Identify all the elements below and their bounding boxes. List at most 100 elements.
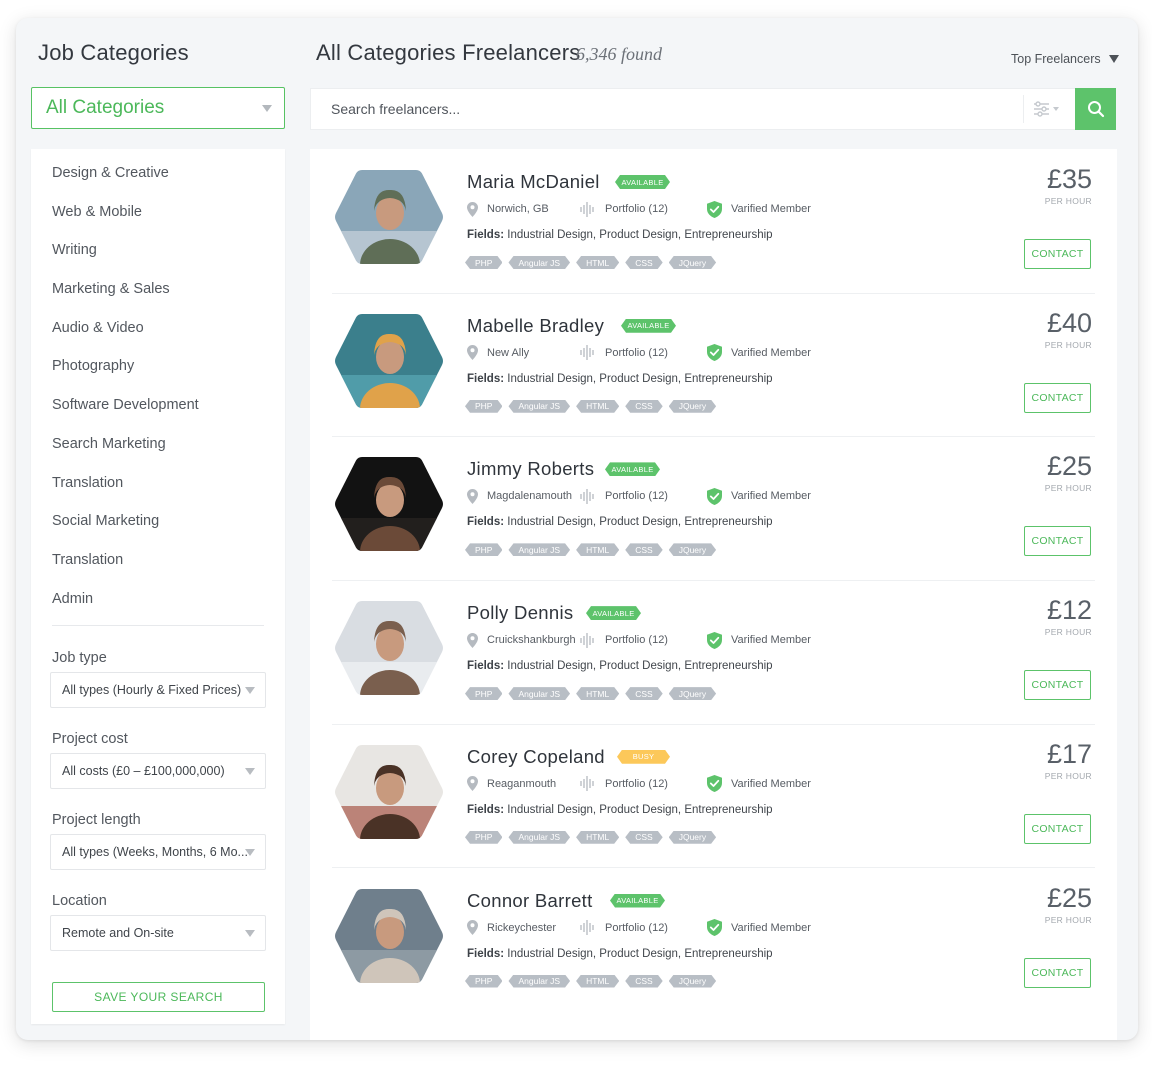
skill-tag[interactable]: Angular JS — [508, 400, 570, 413]
freelancer-card: Corey Copeland BUSY Reaganmouth Portfoli… — [332, 725, 1095, 869]
skill-tag[interactable]: PHP — [465, 543, 502, 556]
skill-tag[interactable]: Angular JS — [508, 543, 570, 556]
skill-tag[interactable]: PHP — [465, 687, 502, 700]
avatar[interactable] — [334, 313, 444, 409]
category-item[interactable]: Admin — [52, 589, 199, 628]
waveform-icon — [580, 776, 594, 792]
skill-tag[interactable]: PHP — [465, 831, 502, 844]
skill-tags: PHP Angular JS HTML CSS JQuery — [465, 543, 722, 556]
portfolio-text: Portfolio (12) — [605, 921, 668, 934]
skill-tag[interactable]: JQuery — [669, 256, 716, 269]
search-icon — [1087, 101, 1104, 118]
hourly-rate: £25 — [1046, 451, 1092, 482]
skill-tag[interactable]: Angular JS — [508, 975, 570, 988]
project-length-value: All types (Weeks, Months, 6 Mo... — [62, 845, 248, 859]
category-item[interactable]: Social Marketing — [52, 511, 199, 550]
category-item[interactable]: Translation — [52, 550, 199, 589]
portfolio-link[interactable]: Portfolio (12) — [580, 776, 668, 792]
location: Magdalenamouth — [467, 488, 572, 504]
portfolio-link[interactable]: Portfolio (12) — [580, 632, 668, 648]
avatar[interactable] — [334, 169, 444, 265]
fields: Fields: Industrial Design, Product Desig… — [467, 229, 773, 241]
skill-tag[interactable]: JQuery — [669, 687, 716, 700]
freelancer-name[interactable]: Jimmy Roberts — [467, 458, 594, 480]
project-cost-label: Project cost — [52, 731, 128, 747]
category-item[interactable]: Design & Creative — [52, 163, 199, 202]
contact-button[interactable]: CONTACT — [1024, 526, 1091, 557]
location-text: Cruickshankburgh — [487, 634, 576, 647]
skill-tag[interactable]: CSS — [625, 400, 662, 413]
freelancer-name[interactable]: Corey Copeland — [467, 746, 605, 768]
category-item[interactable]: Web & Mobile — [52, 202, 199, 241]
freelancer-name[interactable]: Connor Barrett — [467, 890, 593, 912]
project-cost-select[interactable]: All costs (£0 – £100,000,000) — [50, 753, 266, 789]
category-item[interactable]: Audio & Video — [52, 318, 199, 357]
avatar[interactable] — [334, 888, 444, 984]
freelancer-name[interactable]: Maria McDaniel — [467, 171, 600, 193]
skill-tag[interactable]: PHP — [465, 400, 502, 413]
category-select[interactable]: All Categories — [31, 87, 285, 129]
fields-label: Fields: — [467, 660, 505, 673]
contact-button[interactable]: CONTACT — [1024, 957, 1091, 988]
search-button[interactable] — [1075, 88, 1116, 130]
verified-shield-icon — [707, 775, 722, 793]
filter-toggle[interactable] — [1023, 95, 1069, 123]
location-select[interactable]: Remote and On-site — [50, 915, 266, 951]
waveform-icon — [580, 488, 594, 504]
skill-tag[interactable]: JQuery — [669, 400, 716, 413]
results-count: 6,346 found — [576, 44, 663, 64]
portfolio-link[interactable]: Portfolio (12) — [580, 920, 668, 936]
portfolio-link[interactable]: Portfolio (12) — [580, 488, 668, 504]
skill-tag[interactable]: JQuery — [669, 975, 716, 988]
project-length-select[interactable]: All types (Weeks, Months, 6 Mo... — [50, 834, 266, 870]
save-search-button[interactable]: SAVE YOUR SEARCH — [52, 982, 265, 1012]
category-item[interactable]: Photography — [52, 356, 199, 395]
skill-tag[interactable]: PHP — [465, 256, 502, 269]
category-item[interactable]: Translation — [52, 473, 199, 512]
map-pin-icon — [467, 632, 478, 648]
skill-tag[interactable]: HTML — [576, 975, 619, 988]
skill-tag[interactable]: Angular JS — [508, 256, 570, 269]
skill-tag[interactable]: JQuery — [669, 543, 716, 556]
contact-button[interactable]: CONTACT — [1024, 239, 1091, 269]
freelancer-name[interactable]: Polly Dennis — [467, 602, 573, 624]
category-item[interactable]: Marketing & Sales — [52, 279, 199, 318]
freelancer-name[interactable]: Mabelle Bradley — [467, 315, 604, 337]
skill-tag[interactable]: CSS — [625, 256, 662, 269]
skill-tag[interactable]: HTML — [576, 400, 619, 413]
sort-select[interactable]: Top Freelancers — [1011, 52, 1119, 66]
skill-tag[interactable]: CSS — [625, 543, 662, 556]
fields: Fields: Industrial Design, Product Desig… — [467, 660, 773, 672]
map-pin-icon — [467, 345, 478, 361]
job-type-select[interactable]: All types (Hourly & Fixed Prices) — [50, 672, 266, 708]
contact-button[interactable]: CONTACT — [1024, 670, 1091, 701]
skill-tag[interactable]: HTML — [576, 543, 619, 556]
fields-value: Industrial Design, Product Design, Entre… — [507, 516, 773, 529]
category-item[interactable]: Search Marketing — [52, 434, 199, 473]
skill-tag[interactable]: Angular JS — [508, 831, 570, 844]
skill-tag[interactable]: CSS — [625, 687, 662, 700]
per-hour-label: PER HOUR — [1044, 770, 1092, 781]
skill-tag[interactable]: Angular JS — [508, 687, 570, 700]
skill-tag[interactable]: CSS — [625, 975, 662, 988]
verified-shield-icon — [707, 200, 722, 218]
category-item[interactable]: Writing — [52, 240, 199, 279]
category-item[interactable]: Software Development — [52, 395, 199, 434]
skill-tag[interactable]: PHP — [465, 975, 502, 988]
portfolio-link[interactable]: Portfolio (12) — [580, 201, 668, 217]
avatar[interactable] — [334, 456, 444, 552]
chevron-down-icon — [262, 105, 272, 112]
fields-value: Industrial Design, Product Design, Entre… — [507, 803, 773, 816]
per-hour-label: PER HOUR — [1044, 339, 1092, 350]
skill-tag[interactable]: HTML — [576, 256, 619, 269]
portfolio-link[interactable]: Portfolio (12) — [580, 345, 668, 361]
contact-button[interactable]: CONTACT — [1024, 813, 1091, 844]
skill-tag[interactable]: JQuery — [669, 831, 716, 844]
avatar[interactable] — [334, 744, 444, 840]
skill-tag[interactable]: CSS — [625, 831, 662, 844]
contact-button[interactable]: CONTACT — [1024, 382, 1091, 413]
skill-tag[interactable]: HTML — [576, 831, 619, 844]
skill-tag[interactable]: HTML — [576, 687, 619, 700]
avatar[interactable] — [334, 600, 444, 696]
search-input[interactable] — [311, 89, 1023, 129]
